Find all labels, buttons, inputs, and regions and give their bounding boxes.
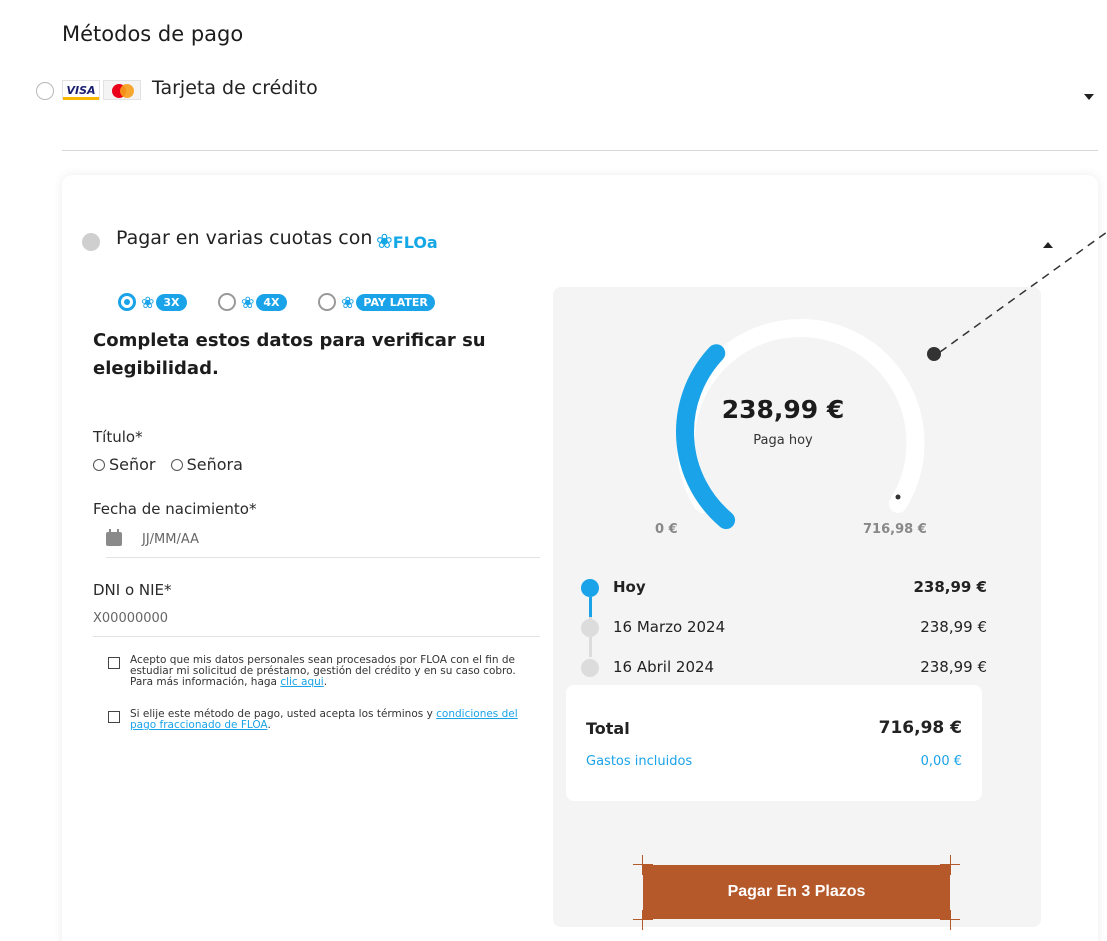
plan-option-pay-later[interactable]: ❀ PAY LATER	[318, 289, 435, 315]
consent-data-link[interactable]: clic aqui	[280, 676, 323, 688]
crop-mark	[950, 910, 951, 930]
consent-data-checkbox[interactable]	[108, 657, 120, 669]
floa-flower-icon: ❀	[141, 292, 155, 312]
floa-logo: ❀FLOa	[376, 229, 438, 253]
pay-today-amount: 238,99 €	[721, 395, 845, 424]
chevron-down-icon[interactable]	[1084, 94, 1094, 100]
form-title: Completa estos datos para verificar su e…	[93, 330, 486, 379]
divider	[62, 150, 1098, 151]
plan-radio-pay-later[interactable]	[318, 293, 336, 311]
schedule-dot-active	[581, 579, 599, 597]
total-label: Total	[586, 719, 630, 738]
senor-radio[interactable]	[93, 458, 105, 471]
schedule-dot	[581, 659, 599, 677]
crop-mark	[642, 910, 643, 930]
floa-logo-text: FLOa	[392, 233, 438, 252]
senora-radio[interactable]	[170, 458, 183, 471]
schedule-date: Hoy	[613, 578, 646, 596]
consent-terms-text: Si elije este método de pago, usted acep…	[130, 708, 518, 731]
title-options: Señor Señora	[93, 455, 253, 475]
dni-placeholder: X00000000	[93, 611, 169, 626]
chevron-up-icon[interactable]	[1043, 242, 1053, 248]
title-field-label: Título*	[93, 428, 143, 446]
schedule-row: 16 Marzo 2024 238,99 €	[581, 617, 991, 643]
title-option-senor[interactable]: Señor	[93, 455, 156, 474]
gauge-max-label: 716,98 €	[863, 522, 927, 537]
pay-today-label: Paga hoy	[753, 433, 813, 448]
dob-placeholder: JJ/MM/AA	[142, 532, 200, 547]
totals-box: Total 716,98 € Gastos incluidos 0,00 €	[566, 685, 982, 801]
floa-flower-icon: ❀	[341, 292, 355, 312]
consent-terms-checkbox[interactable]	[108, 711, 120, 723]
schedule-dot	[581, 619, 599, 637]
plan-radio-3x[interactable]	[118, 293, 136, 311]
schedule-amount: 238,99 €	[913, 578, 987, 596]
payment-page: Métodos de pago VISA Tarjeta de crédito …	[0, 0, 1107, 941]
floa-payment-panel: Pagar en varias cuotas con ❀FLOa ❀ 3X ❀ …	[62, 175, 1098, 941]
calendar-icon[interactable]	[106, 529, 122, 546]
fees-amount: 0,00 €	[920, 754, 962, 769]
plan-option-4x[interactable]: ❀ 4X	[218, 289, 287, 315]
consent-terms-checkbox-row: Si elije este método de pago, usted acep…	[108, 709, 528, 731]
title-option-senora[interactable]: Señora	[170, 455, 243, 474]
mastercard-logo	[103, 80, 141, 100]
consent-data-text: Acepto que mis datos personales sean pro…	[130, 654, 516, 688]
schedule-date: 16 Abril 2024	[613, 658, 715, 676]
schedule-date: 16 Marzo 2024	[613, 618, 726, 636]
dob-input[interactable]: JJ/MM/AA	[106, 529, 540, 558]
title-option-label: Señora	[186, 455, 243, 474]
annotation-dot	[927, 347, 941, 361]
floa-flower-icon: ❀	[241, 292, 255, 312]
gauge-end-dot	[895, 494, 901, 500]
total-amount: 716,98 €	[878, 718, 962, 738]
dni-input[interactable]: X00000000	[93, 611, 540, 637]
payment-summary: 238,99 € Paga hoy 0 € 716,98 € Hoy 238,9…	[553, 287, 1041, 927]
gauge-min-label: 0 €	[655, 522, 678, 537]
credit-card-radio[interactable]	[36, 82, 54, 100]
fees-label: Gastos incluidos	[586, 754, 693, 769]
payment-option-credit-card[interactable]: VISA Tarjeta de crédito	[36, 72, 1106, 108]
visa-logo: VISA	[62, 80, 100, 100]
plan-option-3x[interactable]: ❀ 3X	[118, 289, 187, 315]
floa-radio[interactable]	[82, 233, 100, 251]
plan-radio-4x[interactable]	[218, 293, 236, 311]
title-option-label: Señor	[109, 455, 156, 474]
crop-mark	[633, 864, 653, 865]
pay-installments-button[interactable]: Pagar En 3 Plazos	[643, 865, 950, 919]
section-title: Métodos de pago	[62, 22, 244, 46]
schedule-row-today: Hoy 238,99 €	[581, 577, 991, 603]
schedule-amount: 238,99 €	[920, 658, 987, 676]
dni-label: DNI o NIE*	[93, 581, 172, 599]
floa-option-label: Pagar en varias cuotas con	[116, 227, 373, 249]
crop-mark	[633, 919, 653, 920]
schedule-amount: 238,99 €	[920, 618, 987, 636]
plan-pill-3x: 3X	[156, 293, 187, 311]
crop-mark	[642, 855, 643, 875]
dob-label: Fecha de nacimiento*	[93, 500, 257, 518]
schedule-row: 16 Abril 2024 238,99 €	[581, 657, 991, 683]
floa-flower-icon: ❀	[376, 229, 393, 253]
crop-mark	[950, 855, 951, 875]
plan-pill-pay-later: PAY LATER	[356, 293, 435, 311]
plan-pill-4x: 4X	[256, 293, 287, 311]
credit-card-label: Tarjeta de crédito	[152, 77, 318, 99]
consent-data-checkbox-row: Acepto que mis datos personales sean pro…	[108, 655, 528, 688]
